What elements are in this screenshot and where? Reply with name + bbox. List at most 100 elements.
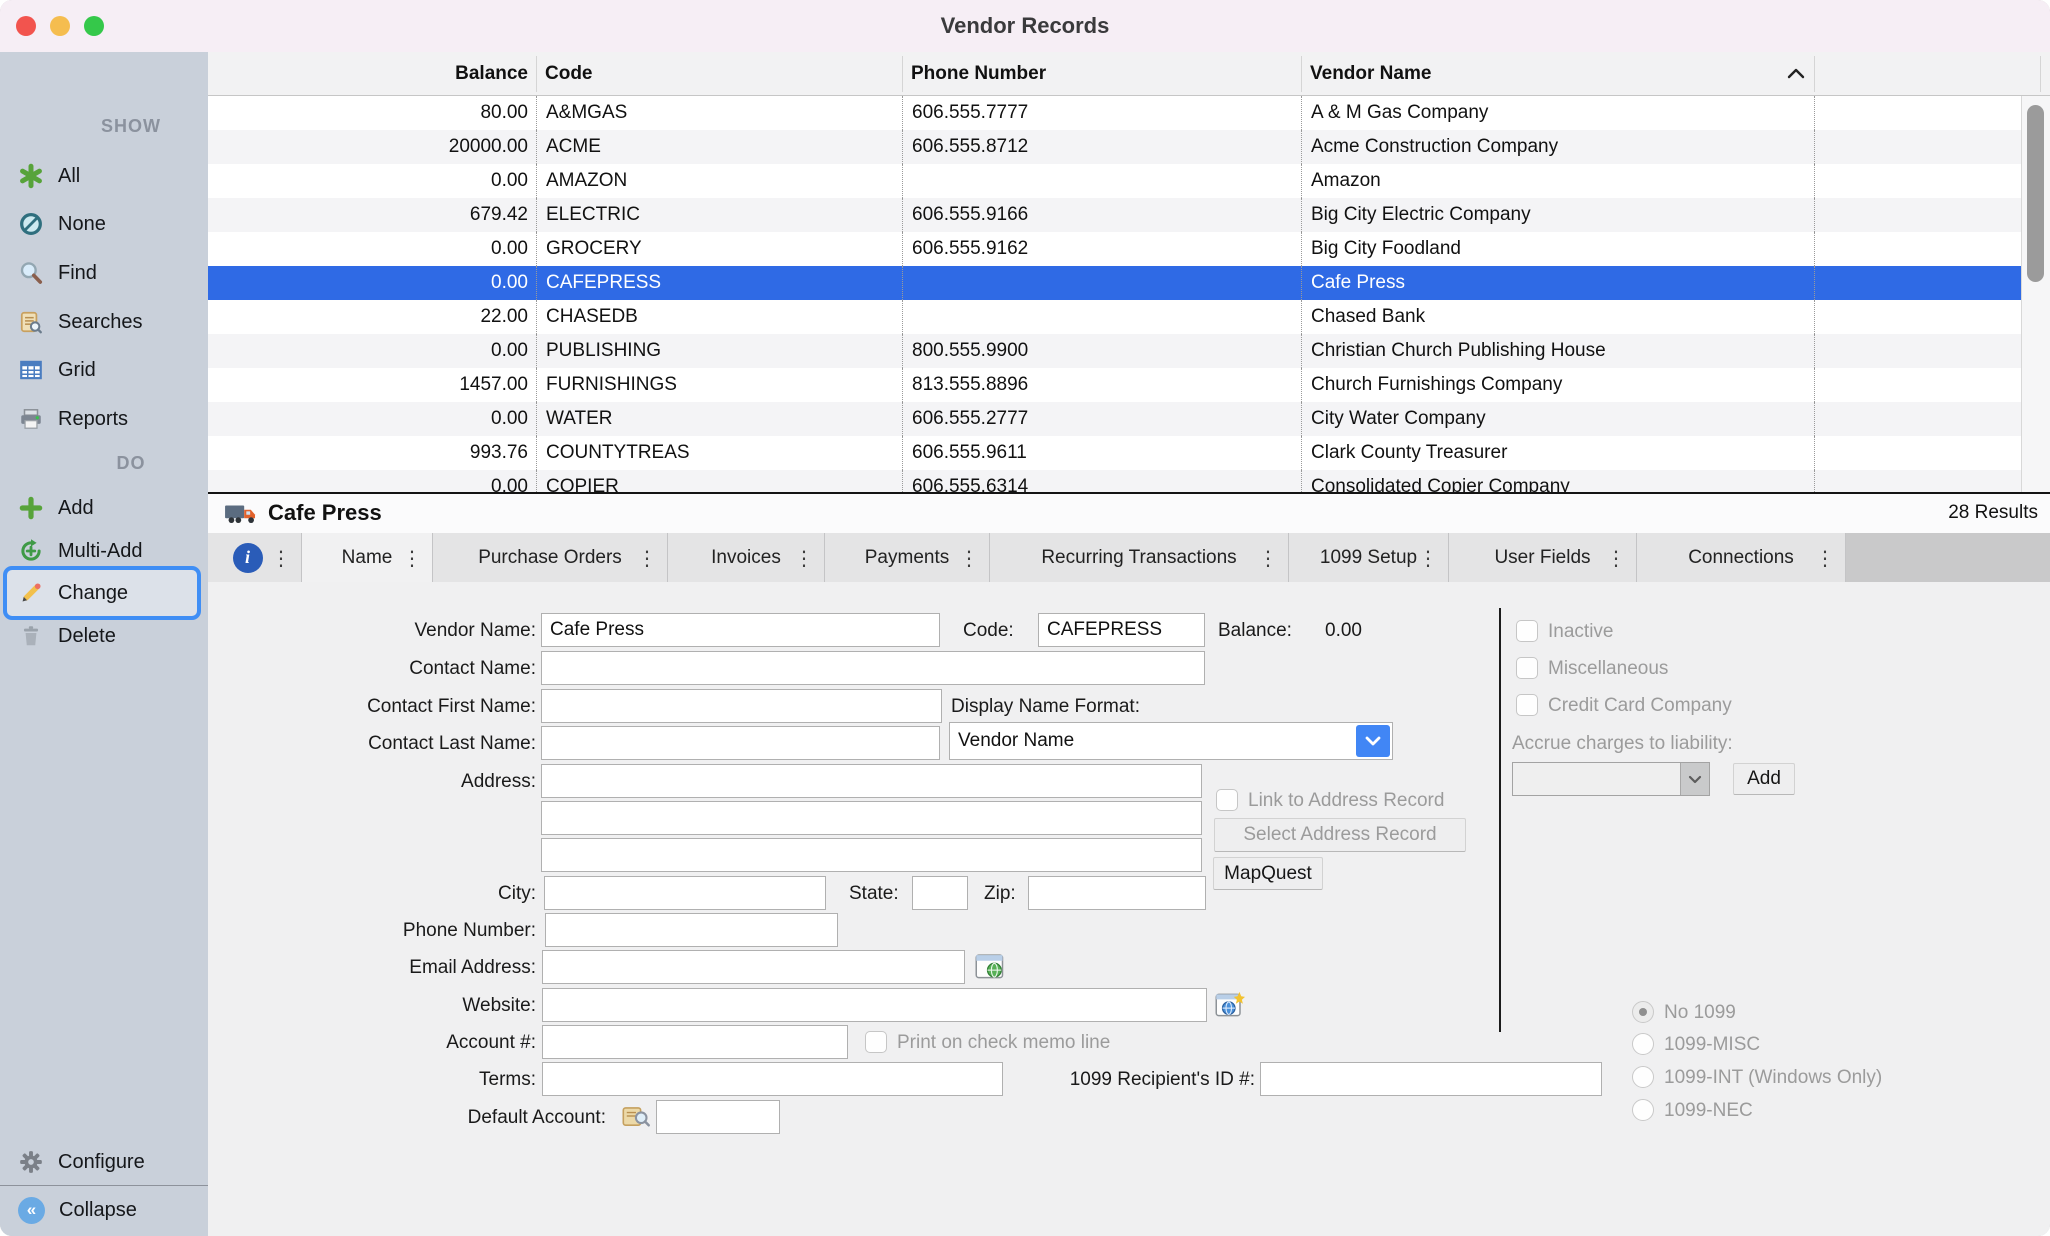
state-label: State: [849, 883, 899, 905]
drag-handle-icon[interactable]: ⋮ [1258, 548, 1278, 568]
link-address-record-checkbox[interactable] [1216, 789, 1238, 811]
tab-user-fields[interactable]: User Fields ⋮ [1449, 533, 1637, 582]
radio-1099-nec[interactable] [1632, 1099, 1654, 1121]
inactive-checkbox[interactable] [1516, 620, 1538, 642]
address-line1-field[interactable] [541, 764, 1202, 798]
scrollbar-thumb[interactable] [2027, 105, 2044, 282]
website-field[interactable] [542, 988, 1207, 1022]
sidebar-item-searches[interactable]: Searches [0, 302, 208, 342]
tab-label: 1099 Setup [1320, 547, 1417, 569]
recipient-id-field[interactable] [1260, 1062, 1602, 1096]
account-lookup-icon[interactable] [621, 1103, 651, 1129]
drag-handle-icon[interactable]: ⋮ [1418, 548, 1438, 568]
radio-1099-int[interactable] [1632, 1066, 1654, 1088]
table-row[interactable]: 0.00GROCERY606.555.9162Big City Foodland [208, 232, 2021, 266]
sidebar-do-header: DO [54, 453, 208, 474]
zoom-window-button[interactable] [84, 16, 104, 36]
account-number-field[interactable] [542, 1025, 848, 1059]
table-row[interactable]: 22.00CHASEDBChased Bank [208, 300, 2021, 334]
table-row[interactable]: 679.42ELECTRIC606.555.9166Big City Elect… [208, 198, 2021, 232]
code-field[interactable]: CAFEPRESS [1038, 613, 1205, 647]
cell-phone: 606.555.7777 [902, 96, 1301, 130]
drag-handle-icon[interactable]: ⋮ [402, 548, 422, 568]
sidebar-item-collapse[interactable]: « Collapse [0, 1190, 208, 1230]
credit-card-company-checkbox[interactable] [1516, 694, 1538, 716]
tab-bar: i ⋮ Name⋮ Purchase Orders⋮ Invoices⋮ Pay… [208, 533, 2050, 582]
contact-name-field[interactable] [541, 651, 1205, 685]
sidebar-item-change[interactable]: Change [0, 573, 208, 613]
sidebar-item-delete[interactable]: Delete [0, 616, 208, 656]
close-window-button[interactable] [16, 16, 36, 36]
miscellaneous-checkbox[interactable] [1516, 657, 1538, 679]
dropdown-chevron-button[interactable] [1680, 763, 1709, 795]
table-row[interactable]: 80.00A&MGAS606.555.7777A & M Gas Company [208, 96, 2021, 130]
address-line2-field[interactable] [541, 801, 1202, 835]
table-row[interactable]: 20000.00ACME606.555.8712Acme Constructio… [208, 130, 2021, 164]
column-header-vendor-name[interactable]: Vendor Name [1310, 63, 1431, 85]
info-icon[interactable]: i [233, 543, 263, 573]
tab-name[interactable]: Name⋮ [302, 533, 433, 582]
tab-connections[interactable]: Connections⋮ [1637, 533, 1846, 582]
mapquest-button[interactable]: MapQuest [1213, 857, 1323, 890]
sort-ascending-icon [1786, 67, 1806, 80]
tab-payments[interactable]: Payments⋮ [825, 533, 990, 582]
table-row[interactable]: 993.76COUNTYTREAS606.555.9611Clark Count… [208, 436, 2021, 470]
state-field[interactable] [912, 876, 968, 910]
table-row[interactable]: 0.00COPIER606.555.6314Consolidated Copie… [208, 470, 2021, 492]
display-name-format-dropdown[interactable]: Vendor Name [949, 722, 1393, 760]
dropdown-chevron-button[interactable] [1356, 725, 1390, 757]
cell-phone: 606.555.9166 [902, 198, 1301, 232]
table-row[interactable]: 0.00PUBLISHING800.555.9900Christian Chur… [208, 334, 2021, 368]
minimize-window-button[interactable] [50, 16, 70, 36]
table-row[interactable]: 1457.00FURNISHINGS813.555.8896Church Fur… [208, 368, 2021, 402]
column-header-code[interactable]: Code [545, 63, 593, 85]
email-compose-icon[interactable] [975, 953, 1005, 981]
address-line3-field[interactable] [541, 838, 1202, 872]
contact-first-name-field[interactable] [541, 689, 942, 723]
sidebar-item-find[interactable]: Find [0, 253, 208, 293]
drag-handle-icon[interactable]: ⋮ [1815, 548, 1835, 568]
contact-last-name-field[interactable] [541, 726, 940, 760]
website-launch-icon[interactable] [1215, 991, 1245, 1019]
terms-field[interactable] [542, 1062, 1003, 1096]
sidebar-item-add[interactable]: Add [0, 488, 208, 528]
cell-phone: 606.555.2777 [902, 402, 1301, 436]
drag-handle-icon[interactable]: ⋮ [794, 548, 814, 568]
grid-icon [18, 357, 44, 383]
city-field[interactable] [544, 876, 826, 910]
column-header-phone[interactable]: Phone Number [911, 63, 1046, 85]
drag-handle-icon[interactable]: ⋮ [271, 548, 291, 568]
zip-field[interactable] [1028, 876, 1206, 910]
drag-handle-icon[interactable]: ⋮ [959, 548, 979, 568]
table-row-selected[interactable]: 0.00CAFEPRESSCafe Press [208, 266, 2021, 300]
print-memo-checkbox[interactable] [865, 1031, 887, 1053]
radio-1099-misc[interactable] [1632, 1033, 1654, 1055]
sidebar-item-none[interactable]: None [0, 204, 208, 244]
email-address-field[interactable] [542, 950, 965, 984]
column-header-balance[interactable]: Balance [216, 63, 528, 85]
accrue-liability-dropdown[interactable] [1512, 762, 1710, 796]
tab-1099-setup[interactable]: 1099 Setup⋮ [1289, 533, 1449, 582]
tab-invoices[interactable]: Invoices⋮ [668, 533, 825, 582]
phone-number-field[interactable] [545, 913, 838, 947]
default-account-field[interactable] [656, 1100, 780, 1134]
sidebar-item-grid[interactable]: Grid [0, 350, 208, 390]
tab-label: User Fields [1494, 547, 1590, 569]
accrue-add-button[interactable]: Add [1733, 763, 1795, 795]
table-row[interactable]: 0.00AMAZONAmazon [208, 164, 2021, 198]
sidebar-item-reports[interactable]: Reports [0, 399, 208, 439]
sidebar-item-configure[interactable]: Configure [0, 1142, 208, 1182]
trash-icon [18, 623, 44, 649]
drag-handle-icon[interactable]: ⋮ [1606, 548, 1626, 568]
drag-handle-icon[interactable]: ⋮ [637, 548, 657, 568]
sidebar-item-multi-add[interactable]: Multi-Add [0, 531, 208, 571]
tab-recurring-transactions[interactable]: Recurring Transactions⋮ [990, 533, 1289, 582]
vendor-name-field[interactable]: Cafe Press [541, 613, 940, 647]
table-row[interactable]: 0.00WATER606.555.2777City Water Company [208, 402, 2021, 436]
select-address-record-button[interactable]: Select Address Record [1214, 818, 1466, 852]
detail-record-title: Cafe Press [268, 500, 382, 526]
cell-balance: 0.00 [208, 238, 536, 260]
radio-no-1099[interactable] [1632, 1001, 1654, 1023]
sidebar-item-all[interactable]: All [0, 156, 208, 196]
tab-purchase-orders[interactable]: Purchase Orders⋮ [433, 533, 668, 582]
